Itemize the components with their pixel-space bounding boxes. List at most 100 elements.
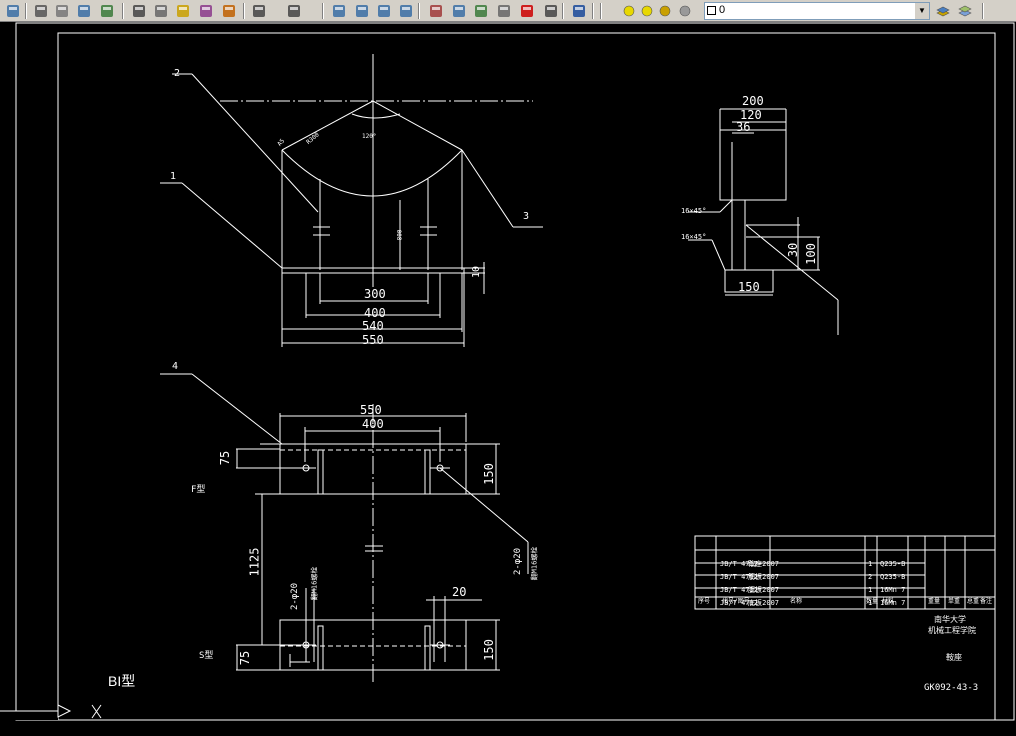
tb-mat: 16Mn 7 — [880, 599, 906, 607]
part-name: 鞍座 — [946, 653, 962, 662]
school-name: 南华大学 — [934, 615, 966, 624]
publish-icon[interactable] — [75, 2, 93, 20]
match-properties-icon[interactable] — [197, 2, 215, 20]
properties-icon[interactable] — [427, 2, 445, 20]
undo-icon[interactable] — [250, 2, 268, 20]
tb-name: 底板 — [748, 599, 762, 607]
tb-name: 筋板 — [748, 573, 762, 581]
side-view — [688, 108, 839, 335]
dim-top-150: 150 — [481, 463, 496, 485]
toolbar-separator — [25, 3, 27, 19]
toolbar-separator — [592, 3, 594, 19]
type-bi-label: BI型 — [108, 673, 136, 689]
tool-palettes-icon[interactable] — [472, 2, 490, 20]
type-f-label: F型 — [191, 485, 206, 495]
web-icon[interactable] — [98, 2, 116, 20]
lock-icon[interactable] — [656, 2, 674, 20]
dim-top-400: 400 — [362, 417, 384, 431]
layer-name: 0 — [719, 4, 726, 16]
tb-qty: 2 — [868, 573, 873, 581]
dim-800: 800 — [396, 229, 404, 241]
type-s-label: S型 — [199, 651, 214, 661]
copy-icon[interactable] — [152, 2, 170, 20]
dim-side-150: 150 — [738, 280, 760, 294]
layer-states-icon[interactable] — [934, 2, 952, 20]
dim-550: 550 — [362, 333, 384, 347]
print-icon[interactable] — [32, 2, 50, 20]
calculator-icon[interactable] — [542, 2, 560, 20]
dim-bottom-150: 150 — [481, 639, 496, 661]
paste-icon[interactable] — [174, 2, 192, 20]
tb-qty: 1 — [868, 586, 873, 594]
dim-30: 30 — [786, 242, 801, 258]
dim-top-75: 75 — [218, 450, 233, 466]
dim-300: 300 — [364, 287, 386, 301]
dim-top-550: 550 — [360, 403, 382, 417]
drawing-canvas[interactable]: 2 1 3 4 300 400 540 550 10 A5 R300 120° … — [0, 22, 1016, 736]
header-name: 名称 — [790, 598, 803, 605]
dim-540: 540 — [362, 319, 384, 333]
toolbar-separator — [418, 3, 420, 19]
toolbar-separator — [243, 3, 245, 19]
tb-mat: 16Mn 7 — [880, 586, 906, 594]
toolbar-separator — [122, 3, 124, 19]
leader-label-2: 2 — [174, 68, 181, 79]
color-icon[interactable] — [676, 2, 694, 20]
layer-previous-icon[interactable] — [956, 2, 974, 20]
header-no: 序号 — [698, 598, 711, 605]
zoom-previous-icon[interactable] — [397, 2, 415, 20]
hole-note-bottom: 翻M16螺栓 — [310, 566, 319, 601]
sheet-set-icon[interactable] — [495, 2, 513, 20]
zoom-realtime-icon[interactable] — [353, 2, 371, 20]
tb-qty: 1 — [868, 599, 873, 607]
cad-drawing — [0, 22, 1015, 721]
design-center-icon[interactable] — [450, 2, 468, 20]
chamfer-label-1: 16×45° — [681, 207, 707, 215]
tb-qty: 1 — [868, 560, 873, 568]
dim-100: 100 — [803, 243, 818, 265]
dept-name: 机械工程学院 — [928, 626, 976, 635]
tb-name: 腹板 — [748, 586, 762, 594]
leader-label-4: 4 — [172, 361, 179, 372]
cut-icon[interactable] — [130, 2, 148, 20]
header-total: 总重 — [967, 598, 980, 605]
tb-mat: Q235-B — [880, 560, 906, 568]
hole-label-bottom: 2-φ20 — [290, 582, 301, 611]
zoom-window-icon[interactable] — [375, 2, 393, 20]
markup-icon[interactable] — [518, 2, 536, 20]
header-unit: 单重 — [948, 598, 961, 605]
header-remark: 备注 — [980, 598, 993, 605]
leader-label-3: 3 — [523, 211, 530, 222]
dim-20: 20 — [452, 585, 467, 599]
bulb-icon[interactable] — [620, 2, 638, 20]
header-weight: 重量 — [928, 598, 941, 605]
dim-36: 36 — [736, 120, 751, 134]
toolbar-separator — [982, 3, 984, 19]
sun-icon[interactable] — [638, 2, 656, 20]
dim-10: 10 — [471, 265, 482, 278]
top-view — [160, 373, 529, 683]
tb-mat: Q235-B — [880, 573, 906, 581]
drawing-border — [57, 32, 996, 721]
help-icon[interactable] — [570, 2, 588, 20]
front-view — [160, 54, 543, 347]
print-preview-icon[interactable] — [53, 2, 71, 20]
dim-1125: 1125 — [247, 547, 262, 577]
chevron-down-icon[interactable]: ▼ — [915, 3, 929, 19]
pan-icon[interactable] — [330, 2, 348, 20]
outer-frame — [15, 22, 1015, 721]
brush-icon[interactable] — [220, 2, 238, 20]
redo-icon[interactable] — [285, 2, 303, 20]
standard-toolbar: 0 ▼ — [0, 0, 1016, 22]
hole-note-top: 翻M16螺栓 — [530, 546, 539, 581]
toolbar-separator — [600, 3, 602, 19]
dim-angle: 120° — [362, 133, 377, 140]
leader-label-1: 1 — [170, 171, 177, 182]
layer-color-swatch — [707, 6, 716, 15]
toolbar-separator — [322, 3, 324, 19]
layer-dropdown[interactable]: 0 ▼ — [704, 2, 930, 20]
dim-bottom-75: 75 — [238, 650, 253, 666]
drawing-code: GK092-43-3 — [924, 683, 979, 693]
save-icon[interactable] — [4, 2, 22, 20]
tb-name: 鞍座 — [748, 560, 762, 568]
